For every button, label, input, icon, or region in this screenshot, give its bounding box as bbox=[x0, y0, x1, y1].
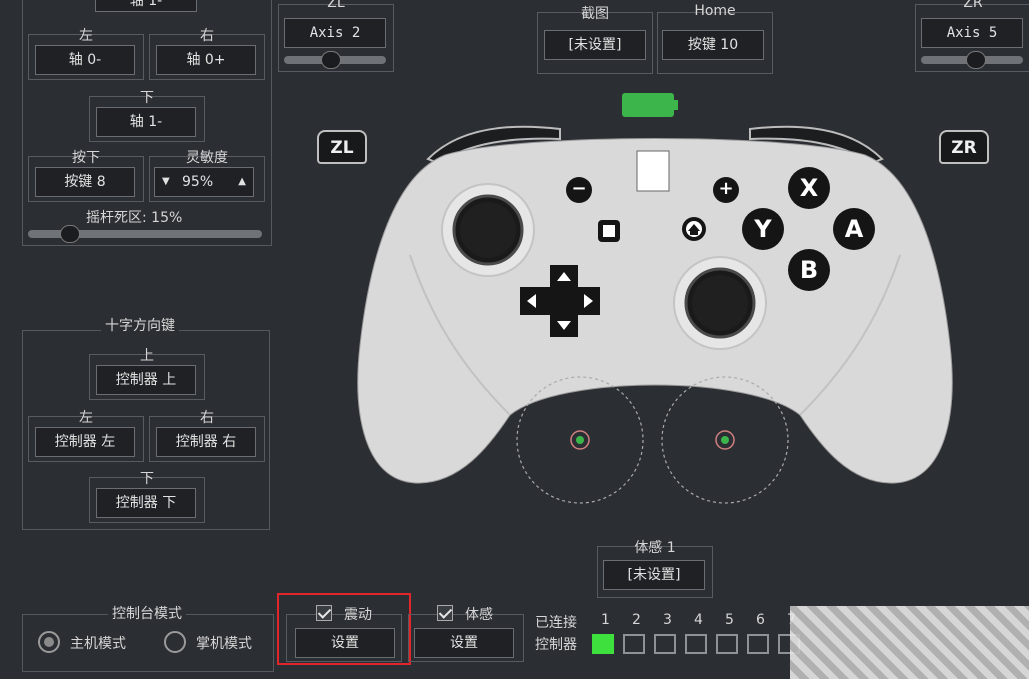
controller-slot-indicator bbox=[654, 634, 676, 654]
left-stick-right-button[interactable]: 轴 0+ bbox=[156, 45, 256, 75]
zr-axis-button[interactable]: Axis 5 bbox=[921, 18, 1023, 48]
sensitivity-label: 灵敏度 bbox=[186, 150, 228, 166]
left-stick-right-label: 右 bbox=[200, 28, 214, 44]
controller-slot-number: 2 bbox=[632, 612, 641, 628]
zr-slider[interactable] bbox=[921, 51, 1023, 69]
controller-graphic bbox=[357, 125, 953, 504]
sensitivity-spinbox[interactable]: ▼ 95% ▲ bbox=[154, 167, 254, 197]
motion1-button[interactable]: [未设置] bbox=[603, 560, 705, 590]
spin-up-icon[interactable]: ▲ bbox=[238, 168, 246, 196]
zr-slider-handle[interactable] bbox=[966, 51, 986, 69]
controller-slot-number: 3 bbox=[663, 612, 672, 628]
left-stick-down-label: 下 bbox=[140, 90, 154, 106]
capture-button[interactable]: [未设置] bbox=[544, 30, 646, 60]
console-mode-title: 控制台模式 bbox=[108, 603, 186, 623]
x-button[interactable]: X bbox=[788, 167, 830, 209]
a-button[interactable]: A bbox=[833, 208, 875, 250]
home-label: Home bbox=[694, 3, 736, 19]
deadzone-label: 摇杆死区: 15% bbox=[86, 210, 183, 226]
plus-button[interactable]: + bbox=[713, 177, 739, 203]
dpad-right-label: 右 bbox=[200, 410, 214, 426]
motion-settings-button[interactable]: 设置 bbox=[414, 628, 514, 658]
dpad-up-label: 上 bbox=[140, 348, 154, 364]
dpad-down-button[interactable]: 控制器 下 bbox=[96, 488, 196, 518]
left-stick-press-label: 按下 bbox=[72, 150, 100, 166]
dpad-title: 十字方向键 bbox=[101, 315, 179, 335]
b-button[interactable]: B bbox=[788, 249, 830, 291]
deadzone-slider-handle[interactable] bbox=[60, 225, 80, 243]
left-stick-left-label: 左 bbox=[79, 28, 93, 44]
host-mode-radio[interactable] bbox=[38, 631, 60, 653]
controller-slot-number: 4 bbox=[694, 612, 703, 628]
dpad-left-label: 左 bbox=[79, 410, 93, 426]
battery-icon bbox=[622, 93, 678, 117]
highlight-box bbox=[277, 593, 411, 665]
controller-label: 控制器 bbox=[535, 637, 577, 653]
handheld-mode-label[interactable]: 掌机模式 bbox=[196, 633, 252, 653]
left-stick-press-button[interactable]: 按键 8 bbox=[35, 167, 135, 197]
spin-down-icon[interactable]: ▼ bbox=[162, 168, 170, 196]
controller-slot-indicator bbox=[685, 634, 707, 654]
left-stick-down-button[interactable]: 轴 1- bbox=[96, 107, 196, 137]
dpad-down-label: 下 bbox=[140, 471, 154, 487]
motion-checkbox[interactable] bbox=[437, 605, 453, 621]
controller-slot-indicator bbox=[592, 634, 614, 654]
host-mode-label[interactable]: 主机模式 bbox=[70, 633, 126, 653]
y-button[interactable]: Y bbox=[742, 208, 784, 250]
motion-label: 体感 bbox=[465, 607, 493, 623]
minus-button[interactable]: − bbox=[566, 177, 592, 203]
zl-axis-button[interactable]: Axis 2 bbox=[284, 18, 386, 48]
controller-slot-number: 6 bbox=[756, 612, 765, 628]
left-stick-up-button[interactable]: 轴 1- bbox=[95, 0, 197, 12]
connected-label: 已连接 bbox=[535, 615, 577, 631]
controller-slot-number: 1 bbox=[601, 612, 610, 628]
zl-label: ZL bbox=[327, 0, 345, 11]
capture-label: 截图 bbox=[581, 6, 609, 22]
controller-slot-indicator bbox=[623, 634, 645, 654]
handheld-mode-radio[interactable] bbox=[164, 631, 186, 653]
dpad-left-button[interactable]: 控制器 左 bbox=[35, 427, 135, 457]
sensitivity-value: 95% bbox=[182, 174, 214, 190]
controller-slot-indicator bbox=[716, 634, 738, 654]
deadzone-slider[interactable] bbox=[28, 225, 262, 243]
dpad-up-button[interactable]: 控制器 上 bbox=[96, 365, 196, 395]
zr-label: ZR bbox=[963, 0, 983, 11]
home-button[interactable]: 按键 10 bbox=[662, 30, 764, 60]
watermark-area bbox=[790, 606, 1029, 679]
left-stick-left-button[interactable]: 轴 0- bbox=[35, 45, 135, 75]
controller-slot-indicator bbox=[747, 634, 769, 654]
zl-slider-handle[interactable] bbox=[321, 51, 341, 69]
motion1-label: 体感 1 bbox=[634, 540, 676, 556]
controller-slot-number: 5 bbox=[725, 612, 734, 628]
dpad-right-button[interactable]: 控制器 右 bbox=[156, 427, 256, 457]
zl-slider[interactable] bbox=[284, 51, 386, 69]
